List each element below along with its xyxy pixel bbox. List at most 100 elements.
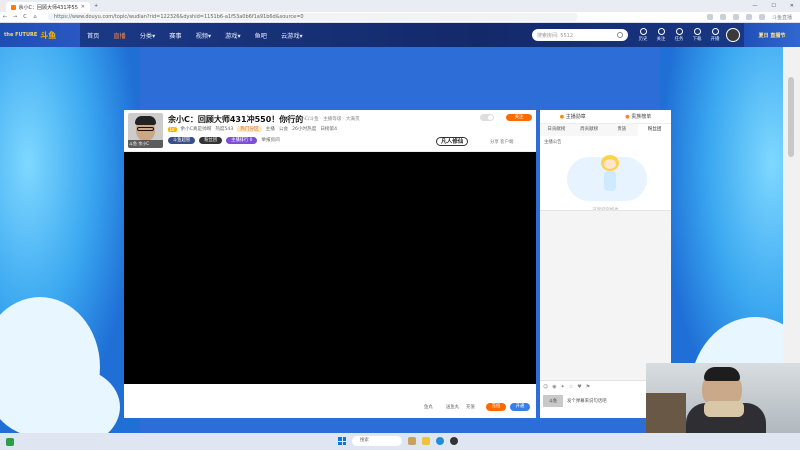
history-icon — [639, 28, 647, 35]
nav-events[interactable]: 赛事 — [162, 31, 188, 40]
extension-icon[interactable] — [745, 13, 752, 20]
open-button[interactable]: 开通 — [510, 403, 530, 411]
anchor-name[interactable]: 余小C真是帅啊 — [181, 126, 212, 132]
taskbar-center: 搜索 — [338, 436, 458, 446]
anchor-rank-badge[interactable]: 主播排行 0 — [226, 137, 258, 144]
room-info-bar: 斗鱼 余小C 余小C：回顾大师431冲550！你行的 穿越 · 余小C/斗鱼 ·… — [124, 110, 536, 152]
heart-icon[interactable]: ♥ — [577, 384, 581, 390]
maximize-button[interactable]: ☐ — [771, 3, 775, 9]
profile-icon[interactable] — [758, 13, 765, 20]
subtab-weekly[interactable]: 周贡献榜 — [573, 124, 606, 136]
fish-ball-label[interactable]: 鱼丸 — [424, 404, 433, 410]
scrollbar-thumb[interactable] — [788, 77, 794, 157]
widgets-icon[interactable] — [6, 437, 14, 446]
notice-label: 主播公告 — [544, 140, 562, 145]
task-button[interactable]: 任务 — [672, 28, 686, 42]
tab-noble-list[interactable]: ● 贵族榜单 — [625, 113, 651, 120]
task-icon — [675, 28, 683, 35]
edge-browser-icon[interactable] — [436, 437, 444, 445]
minimize-button[interactable]: — — [752, 3, 757, 9]
subtab-daily[interactable]: 日贡献榜 — [540, 124, 573, 136]
chat-input[interactable]: 发个弹幕来说句话吧 — [567, 398, 607, 404]
nav-cloud-game[interactable]: 云游戏▾ — [274, 31, 310, 40]
send-fish-ball-link[interactable]: 送鱼丸 — [446, 404, 459, 410]
back-button[interactable]: ← — [0, 14, 10, 20]
follow-label: 关注 — [656, 37, 666, 42]
promo-banner[interactable]: 夏日 直播节 — [744, 23, 800, 47]
camera-icon[interactable]: ◉ — [552, 384, 556, 390]
extension-icon[interactable] — [732, 13, 739, 20]
recharge-button[interactable]: 充值 — [486, 403, 506, 411]
new-tab-button[interactable]: + — [94, 3, 98, 9]
anchor-avatar[interactable]: 斗鱼 余小C — [128, 113, 163, 148]
sponsor-logo[interactable]: 凡人修仙 — [436, 137, 469, 146]
subtab-noble[interactable]: 贵族 — [606, 124, 639, 136]
close-tab-icon[interactable]: ✕ — [81, 4, 85, 10]
tab-label: 主播勋章 — [565, 114, 586, 120]
room-meta[interactable]: 穿越 · 余小C/斗鱼 · 主播等级 · 大满贯 — [282, 116, 360, 122]
download-button[interactable]: 下载 — [690, 28, 704, 42]
emoji-icon[interactable]: ☺ — [543, 384, 548, 390]
share-link[interactable]: 分享 客户端 — [490, 139, 513, 145]
nav-video[interactable]: 视频▾ — [189, 31, 218, 40]
tab-anchor-medal[interactable]: ● 主播勋章 — [560, 113, 586, 120]
search-icon[interactable] — [617, 32, 623, 38]
admin-badge[interactable]: 斗鱼超管 — [168, 137, 196, 144]
logo-mark: 斗鱼 — [40, 30, 57, 40]
guild-label[interactable]: 公会 — [279, 126, 288, 132]
mascot-body — [603, 171, 616, 191]
extension-icon[interactable] — [719, 13, 726, 20]
history-button[interactable]: 历史 — [636, 28, 650, 42]
taskbar-search[interactable]: 搜索 — [352, 436, 402, 446]
fans-badge: 主播 — [265, 127, 275, 132]
rank-subtabs: 日贡献榜 周贡献榜 贵族 粉丝团 — [540, 124, 671, 136]
windows-start-icon[interactable] — [338, 437, 346, 445]
extension-icon[interactable] — [706, 13, 713, 20]
home-button[interactable]: ⌂ — [30, 14, 40, 20]
star-icon[interactable]: ☆ — [569, 384, 573, 390]
url-field[interactable]: https://www.douyu.com/topic/wudian?rid=1… — [48, 13, 578, 21]
site-logo[interactable]: the FUTURE 斗鱼 — [0, 23, 80, 47]
rank-label[interactable]: 26小时热度 — [292, 126, 316, 132]
flag-icon[interactable]: ⚑ — [586, 384, 590, 390]
spark-icon[interactable]: ✦ — [561, 384, 565, 390]
subtab-fanclub[interactable]: 粉丝团 — [638, 124, 671, 136]
video-player[interactable] — [124, 152, 536, 384]
close-window-button[interactable]: ✕ — [790, 3, 794, 9]
mascot-illustration — [551, 147, 661, 205]
daily-rank[interactable]: 日榜第4 — [320, 126, 337, 132]
broadcast-label: 开播 — [710, 37, 720, 42]
user-avatar[interactable] — [726, 28, 740, 42]
fan-club-badge[interactable]: 粉丝团 — [199, 137, 223, 144]
charge-link[interactable]: 充值 — [466, 404, 475, 410]
nav-category[interactable]: 分类▾ — [133, 31, 162, 40]
address-bar: ← → C ⌂ https://www.douyu.com/topic/wudi… — [0, 12, 800, 23]
search-input[interactable]: 搜索房间: 5512 — [532, 29, 628, 41]
taskbar-app-icon[interactable] — [450, 437, 458, 445]
nav-fishbar[interactable]: 鱼吧 — [248, 31, 274, 40]
follow-button[interactable]: 关注 — [654, 28, 668, 42]
report-link[interactable]: 举报房间 — [261, 137, 279, 144]
browser-tab[interactable]: 余小C：回顾大师431冲550！你行的 - 斗鱼 ✕ — [6, 2, 90, 12]
anchor-notice: 主播公告 这里空空如也 — [540, 136, 671, 216]
nav-live[interactable]: 直播 — [106, 31, 132, 40]
tab-label: 贵族榜单 — [631, 114, 652, 120]
notification-toggle[interactable] — [480, 114, 494, 121]
live-room-panel: 斗鱼 余小C 余小C：回顾大师431冲550！你行的 穿越 · 余小C/斗鱼 ·… — [124, 110, 536, 418]
heart-icon — [657, 28, 665, 35]
hot-tag[interactable]: 热门分区 — [237, 126, 262, 132]
download-label: 下载 — [692, 37, 702, 42]
avatar-hair — [135, 116, 156, 125]
broadcast-button[interactable]: 开播 — [708, 28, 722, 42]
file-explorer-icon[interactable] — [422, 437, 430, 445]
nav-home[interactable]: 首页 — [80, 31, 106, 40]
taskbar-app-icon[interactable] — [408, 437, 416, 445]
task-label: 任务 — [674, 37, 684, 42]
chat-message-list[interactable] — [540, 210, 671, 380]
mascot-figure — [600, 155, 619, 195]
tab-title: 余小C：回顾大师431冲550！你行的 - 斗鱼 — [18, 4, 78, 11]
forward-button[interactable]: → — [10, 14, 20, 20]
follow-button[interactable]: 关注 — [506, 114, 532, 121]
nav-games[interactable]: 游戏▾ — [218, 31, 247, 40]
refresh-button[interactable]: C — [20, 14, 30, 20]
